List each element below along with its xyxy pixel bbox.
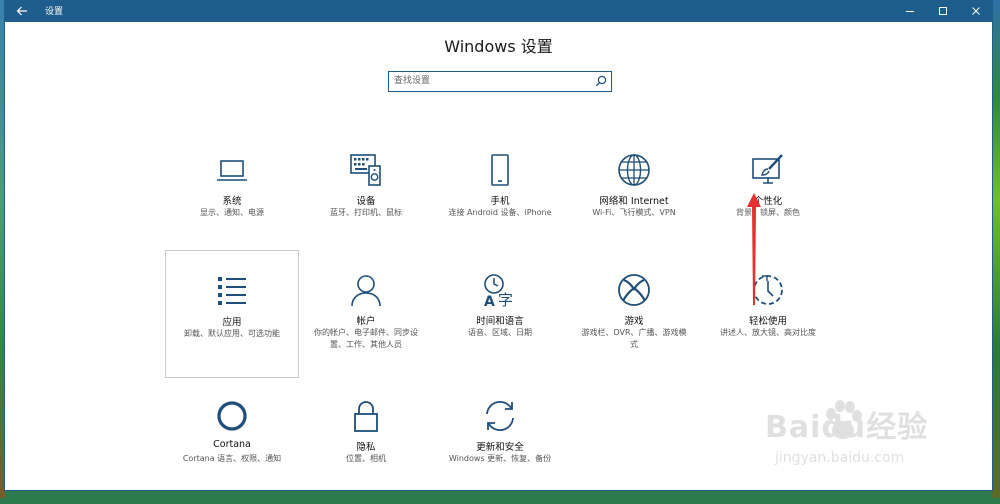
tile-name: 帐户 xyxy=(356,316,376,327)
tile-description: 语音、区域、日期 xyxy=(468,328,532,337)
maximize-button[interactable] xyxy=(926,0,959,22)
personalization-icon xyxy=(752,154,783,184)
search-input[interactable] xyxy=(394,74,584,88)
back-arrow-icon xyxy=(16,6,27,16)
tile-ease-of-access[interactable]: 轻松使用 讲述人、放大镜、高对比度 xyxy=(701,250,835,378)
tile-description: Wi-Fi、飞行模式、VPN xyxy=(592,208,676,217)
back-button[interactable] xyxy=(5,0,39,22)
tile-network-internet[interactable]: 网络和 Internet Wi-Fi、飞行模式、VPN xyxy=(567,130,701,258)
tile-name: 更新和安全 xyxy=(476,442,524,453)
annotation-arrow-icon xyxy=(747,193,761,305)
cortana-icon xyxy=(217,401,247,431)
phone-icon xyxy=(491,154,509,186)
tile-time-language[interactable]: A 字 时间和语言 语音、区域、日期 xyxy=(433,250,567,378)
tile-name: 隐私 xyxy=(356,442,376,453)
tile-devices[interactable]: 设备 蓝牙、打印机、鼠标 xyxy=(299,130,433,258)
tile-name: 时间和语言 xyxy=(476,316,524,327)
tile-description: 你的帐户、电子邮件、同步设置、工作、其他人员 xyxy=(314,328,418,349)
tile-description: Cortana 语言、权限、通知 xyxy=(182,454,282,463)
tile-phone[interactable]: 手机 连接 Android 设备、iPhone xyxy=(433,130,567,258)
tile-description: 位置、相机 xyxy=(346,454,386,463)
tile-name: Cortana xyxy=(213,439,251,450)
apps-list-icon xyxy=(218,277,246,305)
tile-name: 游戏 xyxy=(624,316,644,327)
window-controls xyxy=(893,0,992,22)
desktop-background-right xyxy=(992,0,1000,498)
tile-name: 网络和 Internet xyxy=(599,196,669,207)
globe-icon xyxy=(618,154,650,186)
minimize-icon xyxy=(905,11,914,12)
tile-name: 应用 xyxy=(222,317,242,328)
title-bar: 设置 xyxy=(5,0,992,22)
watermark-url: jingyan.baidu.com xyxy=(775,450,905,466)
tile-name: 轻松使用 xyxy=(748,316,787,327)
search-icon[interactable] xyxy=(595,75,607,87)
tile-description: 背景、锁屏、颜色 xyxy=(736,208,800,217)
svg-text:字: 字 xyxy=(498,291,513,308)
xbox-icon xyxy=(618,274,650,306)
devices-icon xyxy=(350,154,381,186)
search-box[interactable] xyxy=(388,71,612,92)
close-icon xyxy=(971,7,980,15)
tile-description: 卸载、默认应用、可选功能 xyxy=(184,329,280,338)
page-title: Windows 设置 xyxy=(444,37,553,56)
tile-name: 手机 xyxy=(490,196,510,207)
tile-description: 游戏栏、DVR、广播、游戏模式 xyxy=(581,328,687,349)
tile-description: 连接 Android 设备、iPhone xyxy=(448,208,552,217)
tile-description: 蓝牙、打印机、鼠标 xyxy=(330,208,402,217)
tile-update-security[interactable]: 更新和安全 Windows 更新、恢复、备份 xyxy=(433,376,567,504)
tile-description: 显示、通知、电源 xyxy=(200,208,264,217)
window-title: 设置 xyxy=(45,7,64,17)
laptop-icon xyxy=(217,160,247,181)
tile-accounts[interactable]: 帐户 你的帐户、电子邮件、同步设置、工作、其他人员 xyxy=(299,250,433,378)
tile-cortana[interactable]: Cortana Cortana 语言、权限、通知 xyxy=(165,376,299,504)
tile-description: Windows 更新、恢复、备份 xyxy=(448,454,552,463)
watermark-text: Baidu经验 xyxy=(765,410,929,445)
watermark: Baidu经验 jingyan.baidu.com xyxy=(765,398,965,478)
tile-name: 个性化 xyxy=(753,196,783,207)
person-icon xyxy=(351,275,381,307)
tile-description: 讲述人、放大镜、高对比度 xyxy=(720,328,816,337)
tile-apps[interactable]: 应用 卸载、默认应用、可选功能 xyxy=(165,250,299,378)
minimize-button[interactable] xyxy=(893,0,926,22)
tile-gaming[interactable]: 游戏 游戏栏、DVR、广播、游戏模式 xyxy=(567,250,701,378)
tile-name: 设备 xyxy=(356,196,376,207)
tile-system[interactable]: 系统 显示、通知、电源 xyxy=(165,130,299,258)
tile-privacy[interactable]: 隐私 位置、相机 xyxy=(299,376,433,504)
svg-text:A: A xyxy=(484,294,495,308)
close-button[interactable] xyxy=(959,0,992,22)
tile-personalization[interactable]: 个性化 背景、锁屏、颜色 xyxy=(701,130,835,258)
update-icon xyxy=(486,401,514,431)
time-language-icon: A 字 xyxy=(484,274,513,308)
maximize-icon xyxy=(938,7,947,15)
lock-icon xyxy=(354,401,378,432)
tile-name: 系统 xyxy=(222,196,242,207)
settings-window: 设置 Windows 设置 系统 显示、通知、电源 xyxy=(5,0,992,490)
